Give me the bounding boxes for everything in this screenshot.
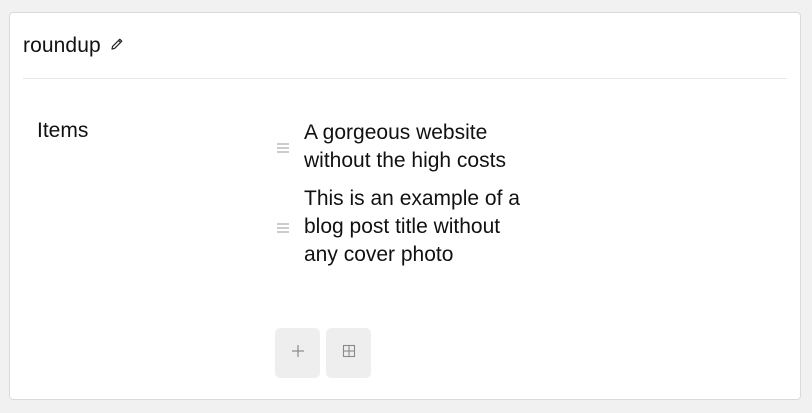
roundup-card: roundup Items A gorgeous website without… [9,12,801,400]
add-item-button[interactable] [275,328,320,378]
drag-handle-icon[interactable] [276,221,290,233]
grid-icon [342,344,356,363]
drag-handle-icon[interactable] [276,141,290,153]
items-list: A gorgeous website without the high cost… [276,119,566,279]
list-item-text: This is an example of a blog post title … [304,187,520,266]
list-item-text: A gorgeous website without the high cost… [304,121,506,172]
add-grid-button[interactable] [326,328,371,378]
block-title: roundup [23,33,101,57]
pencil-icon[interactable] [110,37,124,51]
list-item[interactable]: This is an example of a blog post title … [276,185,566,269]
card-header: roundup [23,13,787,79]
plus-icon [291,344,305,363]
item-actions [275,328,371,378]
list-item[interactable]: A gorgeous website without the high cost… [276,119,566,175]
items-field-label: Items [37,119,89,142]
